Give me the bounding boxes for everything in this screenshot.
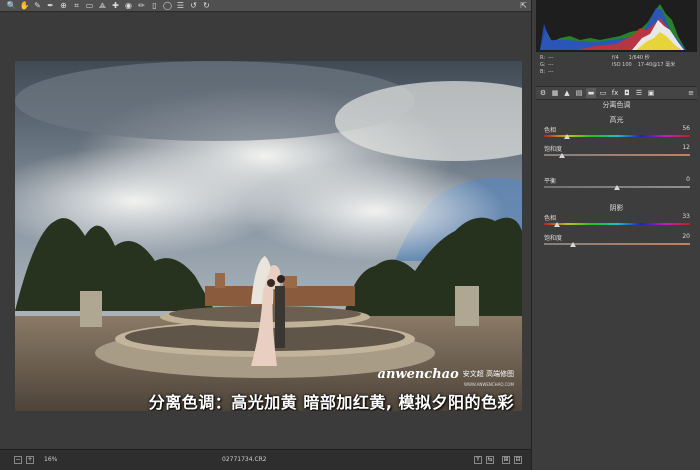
watermark-script: anwenchao xyxy=(377,367,459,382)
balance-slider[interactable]: 平衡 0 xyxy=(544,176,690,190)
photo-caption: 分离色调：高光加黄 暗部加红黄, 模拟夕阳的色彩 xyxy=(148,393,514,411)
slider-thumb[interactable] xyxy=(570,242,577,247)
radial-filter-icon[interactable]: ◯ xyxy=(162,1,173,11)
presets-icon[interactable]: ☰ xyxy=(634,88,644,98)
camera-calibration-icon[interactable]: ◘ xyxy=(622,88,632,98)
slider-value[interactable]: 12 xyxy=(682,144,690,151)
toolbar: 🔍 ✋ ✎ ✒ ⊕ ⌗ ▭ ⟁ ✚ ◉ ✏ ▯ ◯ ☰ ↺ ↻ ⇱ xyxy=(0,0,531,12)
hand-icon[interactable]: ✋ xyxy=(19,1,30,11)
right-panel: R: --- f/4 1/640 秒 G: --- ISO 100 17-40@17 毫米 … xyxy=(531,0,700,470)
slider-label: 饱和度 xyxy=(544,235,563,242)
panel-tabs: ⚙ ▦ ▲ ▤ ▬ ▭ fx ◘ ☰ ▣ ≡ xyxy=(536,86,697,100)
lens-icon[interactable]: ▭ xyxy=(598,88,608,98)
watermark-chinese: 安文超 高端修图 xyxy=(462,369,514,378)
watermark-url: WWW.ANWENCHAO.COM xyxy=(464,382,514,387)
shadows-saturation-slider[interactable]: 饱和度 20 xyxy=(544,233,690,247)
zoom-out-button[interactable]: − xyxy=(14,456,22,464)
rotate-left-icon[interactable]: ↺ xyxy=(188,1,199,11)
wedding-photo-image xyxy=(15,61,522,411)
shadows-hue-slider[interactable]: 色相 33 xyxy=(544,213,690,227)
slider-label: 色相 xyxy=(544,215,557,222)
color-sampler-icon[interactable]: ✒ xyxy=(45,1,56,11)
snapshots-icon[interactable]: ▣ xyxy=(646,88,656,98)
slider-value[interactable]: 0 xyxy=(686,176,690,183)
spot-removal-icon[interactable]: ✚ xyxy=(110,1,121,11)
shutter-speed: 1/640 秒 xyxy=(628,55,650,61)
fullscreen-icon[interactable]: ⇱ xyxy=(520,1,527,10)
crop-icon[interactable]: ⌗ xyxy=(71,1,82,11)
r-value: --- xyxy=(548,55,554,61)
detail-icon[interactable]: ▲ xyxy=(562,88,572,98)
r-label: R: xyxy=(540,55,546,61)
zoom-icon[interactable]: 🔍 xyxy=(6,1,17,11)
brush-icon[interactable]: ✏ xyxy=(136,1,147,11)
b-value: --- xyxy=(548,69,554,75)
b-label: B: xyxy=(540,69,546,75)
slider-thumb[interactable] xyxy=(614,185,620,190)
slider-thumb[interactable] xyxy=(564,134,571,139)
iso: ISO 100 xyxy=(612,62,632,68)
slider-label: 色相 xyxy=(544,127,557,134)
rotate-right-icon[interactable]: ↻ xyxy=(201,1,212,11)
slider-track[interactable] xyxy=(544,243,690,245)
target-adjust-icon[interactable]: ⊕ xyxy=(58,1,69,11)
split-toning-icon[interactable]: ▬ xyxy=(586,88,596,98)
slider-label: 饱和度 xyxy=(544,146,563,153)
watermark: anwenchao 安文超 高端修图 WWW.ANWENCHAO.COM xyxy=(378,363,514,387)
slider-track[interactable] xyxy=(544,223,690,225)
g-value: --- xyxy=(548,62,554,68)
highlights-hue-slider[interactable]: 色相 56 xyxy=(544,125,690,139)
graduated-filter-icon[interactable]: ▯ xyxy=(149,1,160,11)
fx-icon[interactable]: fx xyxy=(610,88,620,98)
hsl-icon[interactable]: ▤ xyxy=(574,88,584,98)
before-after-button[interactable]: Y xyxy=(474,456,482,464)
highlights-title: 高光 xyxy=(609,116,624,124)
photo-preview: anwenchao 安文超 高端修图 WWW.ANWENCHAO.COM 分离色调… xyxy=(15,61,522,411)
view-single-button[interactable]: ⊟ xyxy=(514,456,522,464)
slider-label: 平衡 xyxy=(544,178,557,185)
red-eye-icon[interactable]: ◉ xyxy=(123,1,134,11)
panel-title: 分离色调 xyxy=(602,101,631,109)
shadows-title: 阴影 xyxy=(609,204,624,212)
camera-info: R: --- f/4 1/640 秒 G: --- ISO 100 17-40@17 毫米 … xyxy=(540,55,692,76)
aperture: f/4 xyxy=(612,55,619,61)
slider-thumb[interactable] xyxy=(558,153,565,158)
highlights-saturation-slider[interactable]: 饱和度 12 xyxy=(544,144,690,158)
g-label: G: xyxy=(540,62,546,68)
transform-icon[interactable]: ⟁ xyxy=(97,1,108,11)
tone-curve-icon[interactable]: ▦ xyxy=(550,88,560,98)
slider-value[interactable]: 33 xyxy=(682,213,690,220)
histogram xyxy=(536,0,697,52)
filename: 02771734.CR2 xyxy=(222,456,267,463)
lens: 17-40@17 毫米 xyxy=(637,62,676,68)
slider-value[interactable]: 20 xyxy=(682,233,690,240)
swap-button[interactable]: ⇆ xyxy=(486,456,494,464)
slider-thumb[interactable] xyxy=(554,222,561,227)
zoom-level[interactable]: 16% xyxy=(44,456,57,463)
basic-icon[interactable]: ⚙ xyxy=(538,88,548,98)
white-balance-icon[interactable]: ✎ xyxy=(32,1,43,11)
slider-value[interactable]: 56 xyxy=(682,125,690,132)
preferences-icon[interactable]: ☰ xyxy=(175,1,186,11)
view-grid-button[interactable]: ⊞ xyxy=(502,456,510,464)
slider-track[interactable] xyxy=(544,154,690,156)
status-bar: − + 16% 02771734.CR2 Y ⇆ ⊞ ⊟ xyxy=(0,449,531,470)
image-canvas: anwenchao 安文超 高端修图 WWW.ANWENCHAO.COM 分离色调… xyxy=(0,13,531,450)
panel-menu-icon[interactable]: ≡ xyxy=(688,89,694,97)
straighten-icon[interactable]: ▭ xyxy=(84,1,95,11)
zoom-in-button[interactable]: + xyxy=(26,456,34,464)
